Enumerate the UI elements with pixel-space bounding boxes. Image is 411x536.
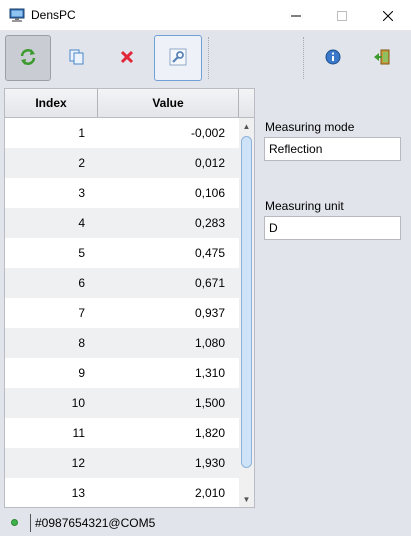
- status-bar: #0987654321@COM5: [0, 511, 411, 536]
- cell-value: 0,283: [194, 216, 225, 230]
- cell-value: 0,937: [194, 306, 225, 320]
- measuring-unit-field[interactable]: D: [264, 216, 401, 240]
- cell-value: 1,310: [194, 366, 225, 380]
- minimize-button[interactable]: [273, 0, 319, 31]
- cell-value: 1,080: [194, 336, 225, 350]
- delete-button[interactable]: [104, 35, 150, 81]
- measuring-unit-label: Measuring unit: [265, 199, 344, 213]
- column-header-index[interactable]: Index: [5, 89, 98, 117]
- copy-icon: [68, 48, 86, 69]
- table-row[interactable]: 10 1,500: [5, 388, 239, 418]
- cell-value: 1,820: [194, 426, 225, 440]
- cell-index: 6: [78, 276, 85, 290]
- cell-index: 3: [78, 186, 85, 200]
- info-button[interactable]: [310, 35, 356, 81]
- cell-value: 0,671: [194, 276, 225, 290]
- exit-button[interactable]: [359, 35, 405, 81]
- cell-index: 1: [78, 126, 85, 140]
- status-separator: [30, 514, 31, 532]
- title-bar: DensPC: [0, 0, 411, 31]
- cell-index: 5: [78, 246, 85, 260]
- table-row[interactable]: 5 0,475: [5, 238, 239, 268]
- exit-icon: [373, 48, 391, 69]
- toolbar: [0, 31, 411, 85]
- settings-button[interactable]: [154, 35, 202, 81]
- vertical-scrollbar[interactable]: ▲ ▼: [239, 118, 254, 507]
- toolbar-separator: [208, 37, 209, 79]
- cell-index: 11: [72, 426, 85, 440]
- cell-index: 9: [78, 366, 85, 380]
- table-row[interactable]: 4 0,283: [5, 208, 239, 238]
- cell-value: 0,106: [194, 186, 225, 200]
- table-row[interactable]: 8 1,080: [5, 328, 239, 358]
- table-row[interactable]: 2 0,012: [5, 148, 239, 178]
- column-header-value[interactable]: Value: [98, 89, 239, 117]
- refresh-button[interactable]: [5, 35, 51, 81]
- close-button[interactable]: [365, 0, 411, 31]
- cell-value: -0,002: [190, 126, 225, 140]
- settings-icon: [169, 48, 187, 69]
- info-icon: [325, 49, 341, 68]
- cell-index: 13: [71, 486, 85, 500]
- connection-status-icon: [11, 519, 18, 526]
- maximize-button[interactable]: [319, 0, 365, 31]
- scroll-thumb[interactable]: [241, 136, 252, 468]
- table-row[interactable]: 3 0,106: [5, 178, 239, 208]
- cell-index: 12: [71, 456, 85, 470]
- table-header: Index Value: [5, 89, 254, 118]
- table-row[interactable]: 12 1,930: [5, 448, 239, 478]
- window-title: DensPC: [31, 8, 76, 22]
- measurement-table: Index Value 1 -0,002 2 0,012 3 0,106 4 0,283 5 0,…: [4, 88, 255, 508]
- cell-value: 2,010: [194, 486, 225, 500]
- toolbar-separator: [303, 37, 304, 79]
- table-row[interactable]: 11 1,820: [5, 418, 239, 448]
- table-body: 1 -0,002 2 0,012 3 0,106 4 0,283 5 0,475 6 0,671 7 0,…: [5, 118, 239, 507]
- header-corner: [239, 89, 254, 117]
- measuring-mode-label: Measuring mode: [265, 120, 355, 134]
- table-row[interactable]: 1 -0,002: [5, 118, 239, 148]
- cell-index: 4: [78, 216, 85, 230]
- cell-index: 8: [78, 336, 85, 350]
- refresh-icon: [18, 47, 38, 70]
- cell-value: 0,475: [194, 246, 225, 260]
- scroll-down-arrow-icon[interactable]: ▼: [239, 491, 254, 507]
- app-computer-icon: [9, 7, 25, 23]
- cell-index: 7: [78, 306, 85, 320]
- cell-value: 1,500: [194, 396, 225, 410]
- table-row[interactable]: 9 1,310: [5, 358, 239, 388]
- scroll-up-arrow-icon[interactable]: ▲: [239, 118, 254, 134]
- table-row[interactable]: 13 2,010: [5, 478, 239, 507]
- measuring-mode-field[interactable]: Reflection: [264, 137, 401, 161]
- cell-value: 0,012: [194, 156, 225, 170]
- table-row[interactable]: 6 0,671: [5, 268, 239, 298]
- copy-button[interactable]: [54, 35, 100, 81]
- table-row[interactable]: 7 0,937: [5, 298, 239, 328]
- device-port-status: #0987654321@COM5: [35, 516, 156, 530]
- cell-index: 2: [78, 156, 85, 170]
- cell-index: 10: [71, 396, 85, 410]
- cell-value: 1,930: [194, 456, 225, 470]
- delete-icon: [119, 49, 135, 68]
